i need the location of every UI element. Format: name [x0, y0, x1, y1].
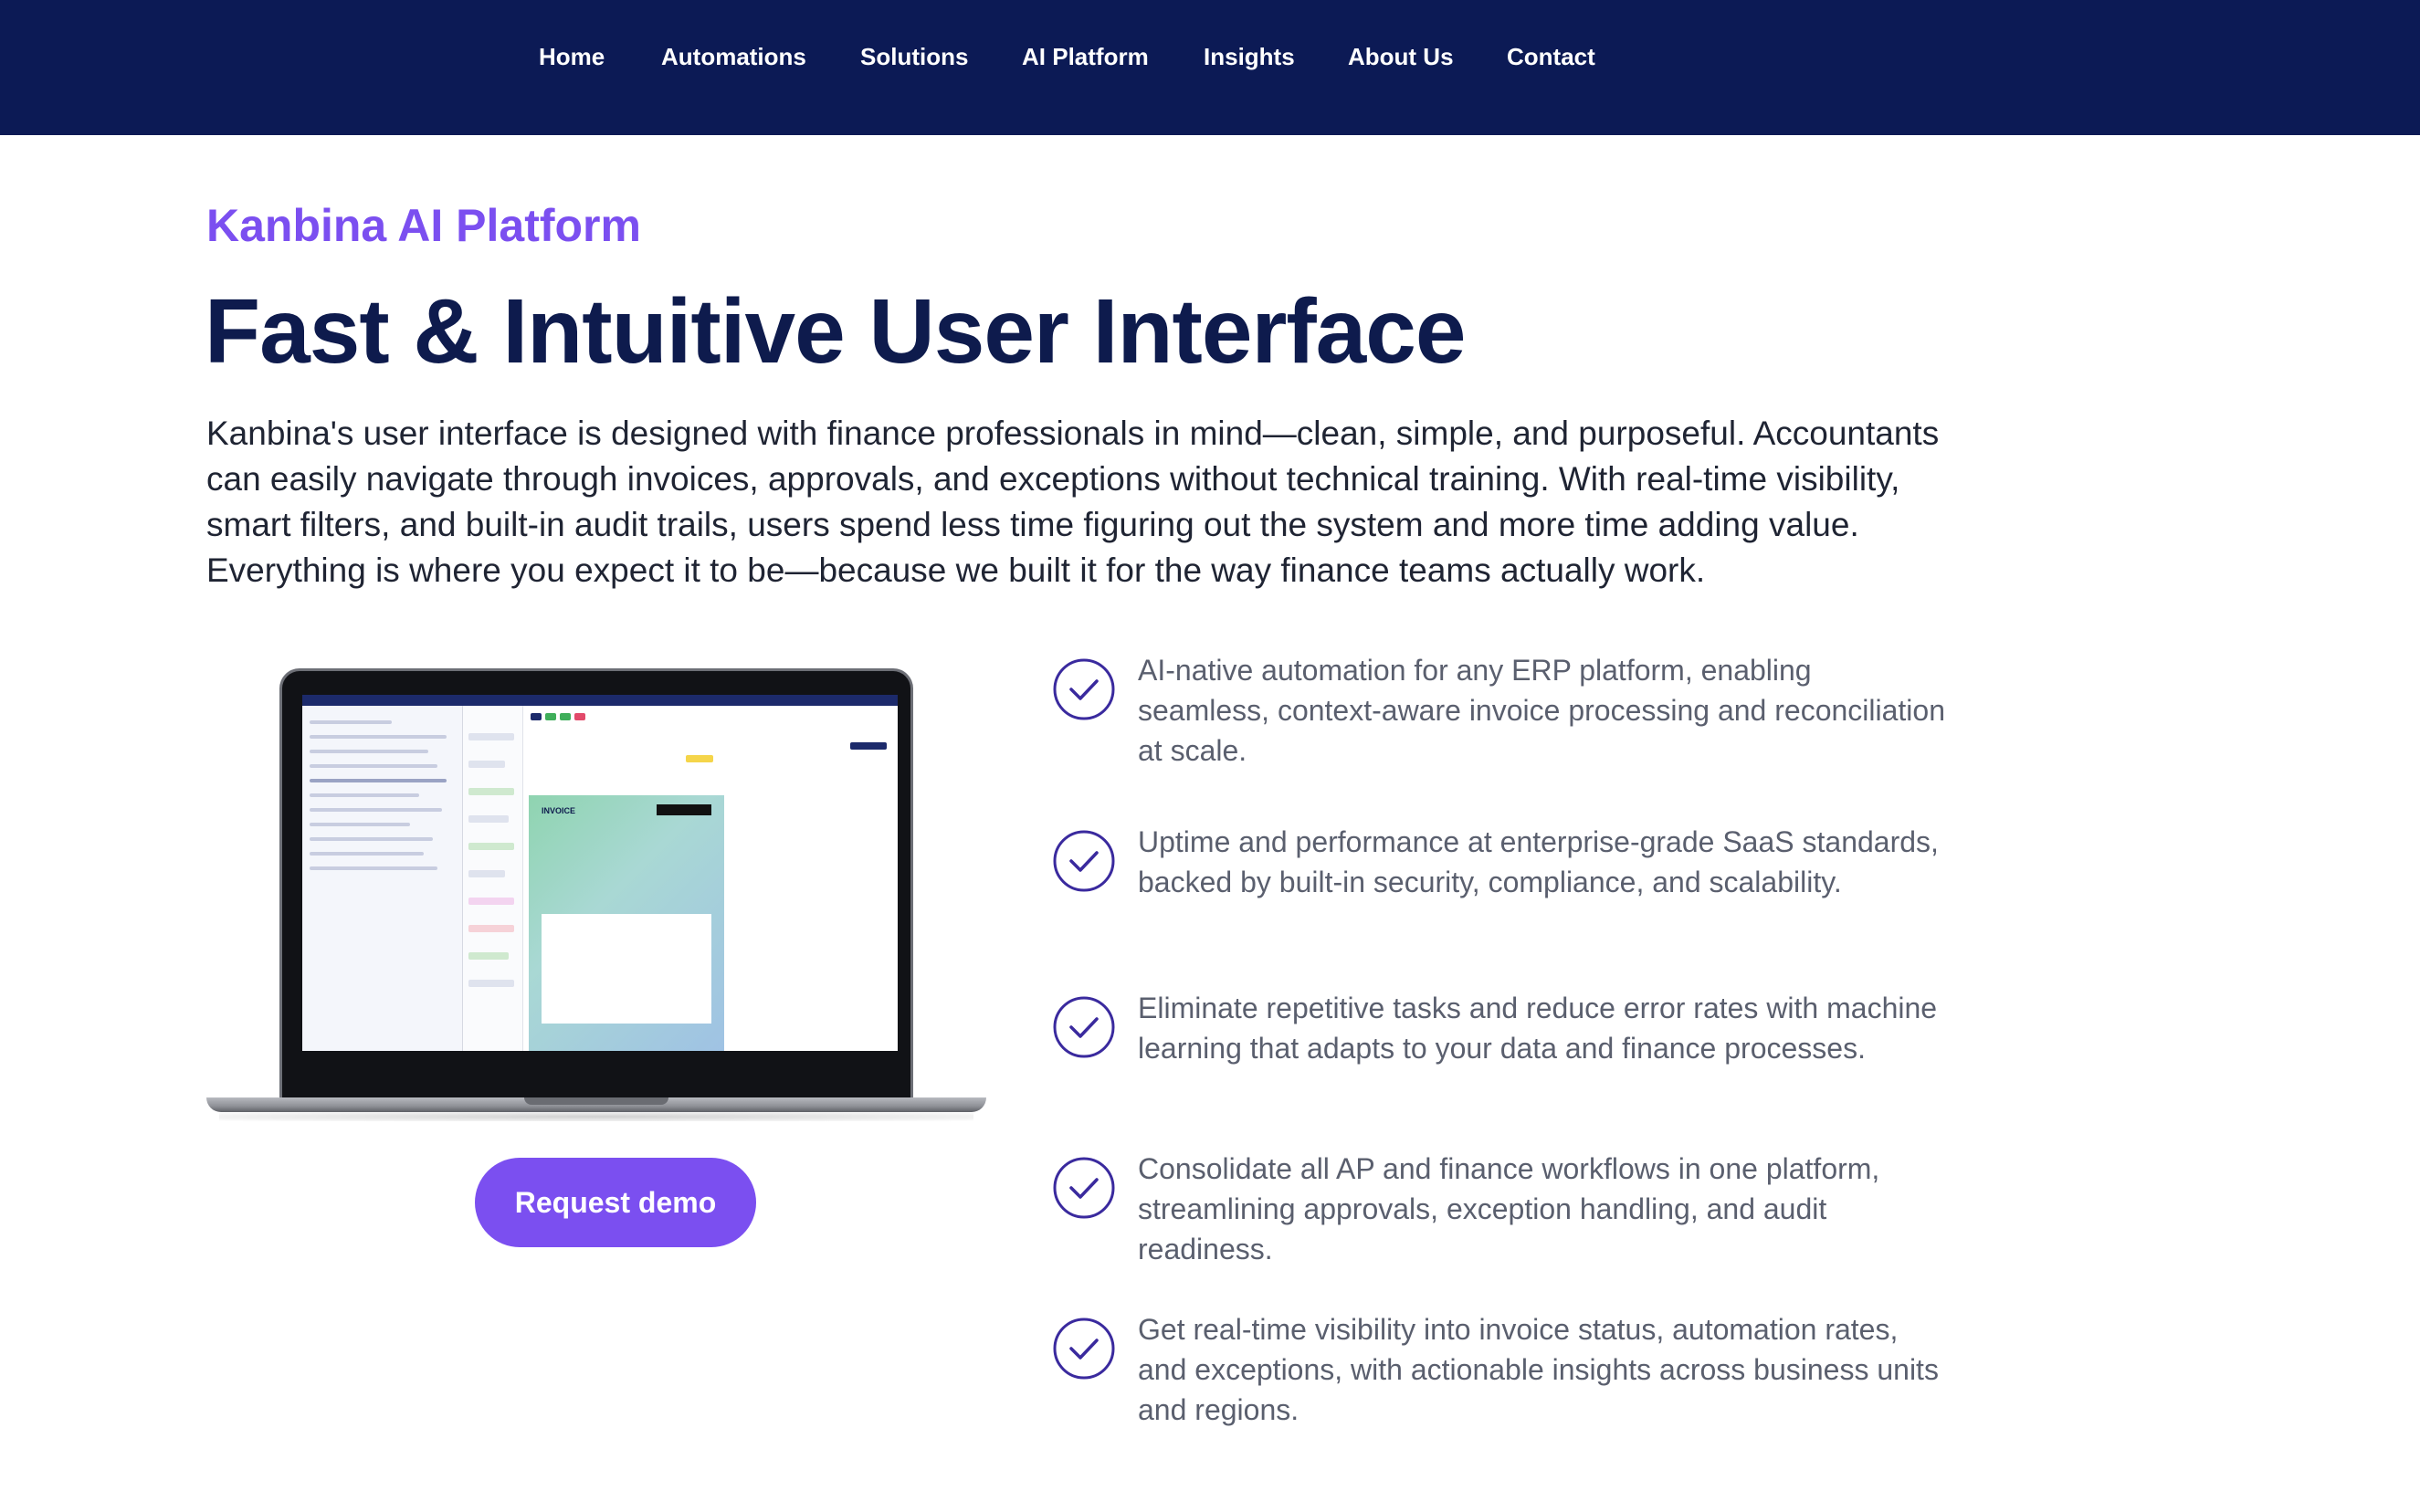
feature-item: Get real-time visibility into invoice st…	[1052, 1313, 1947, 1444]
nav-solutions[interactable]: Solutions	[860, 40, 968, 73]
laptop-notch	[524, 1097, 668, 1105]
request-demo-button[interactable]: Request demo	[475, 1158, 756, 1247]
check-circle-icon	[1053, 1318, 1115, 1380]
feature-item: Uptime and performance at enterprise-gra…	[1052, 825, 1947, 957]
invoice-label: INVOICE	[542, 806, 576, 815]
feature-item: AI-native automation for any ERP platfor…	[1052, 654, 1947, 785]
nav-home[interactable]: Home	[539, 40, 605, 73]
check-circle-icon	[1053, 1157, 1115, 1219]
top-nav: Home Automations Solutions AI Platform I…	[0, 0, 2420, 135]
invoice-preview: INVOICE	[529, 795, 724, 1051]
nav-automations[interactable]: Automations	[661, 40, 806, 73]
laptop-shadow	[219, 1112, 973, 1121]
nav-insights[interactable]: Insights	[1204, 40, 1295, 73]
intro-paragraph: Kanbina's user interface is designed wit…	[206, 415, 1940, 589]
laptop-image: INVOICE	[279, 668, 913, 1108]
screenshot-sidebar	[302, 706, 463, 1051]
check-circle-icon	[1053, 658, 1115, 720]
check-circle-icon	[1053, 996, 1115, 1058]
feature-text: Uptime and performance at enterprise-gra…	[1138, 825, 1939, 898]
feature-text: AI-native automation for any ERP platfor…	[1138, 654, 1945, 767]
screenshot-header	[302, 695, 898, 706]
page-title: Fast & Intuitive User Interface	[205, 280, 1467, 383]
feature-text: Eliminate repetitive tasks and reduce er…	[1138, 992, 1938, 1065]
feature-item: Eliminate repetitive tasks and reduce er…	[1052, 992, 1947, 1123]
screenshot-fields	[463, 706, 523, 1051]
feature-text: Consolidate all AP and finance workflows…	[1138, 1152, 1880, 1265]
check-circle-icon	[1053, 830, 1115, 892]
nav-ai-platform[interactable]: AI Platform	[1022, 40, 1149, 73]
nav-about-us[interactable]: About Us	[1348, 40, 1454, 73]
nav-contact[interactable]: Contact	[1507, 40, 1595, 73]
feature-item: Consolidate all AP and finance workflows…	[1052, 1152, 1947, 1284]
app-screenshot: INVOICE	[302, 695, 898, 1051]
feature-text: Get real-time visibility into invoice st…	[1138, 1313, 1939, 1426]
section-eyebrow: Kanbina AI Platform	[206, 200, 641, 251]
